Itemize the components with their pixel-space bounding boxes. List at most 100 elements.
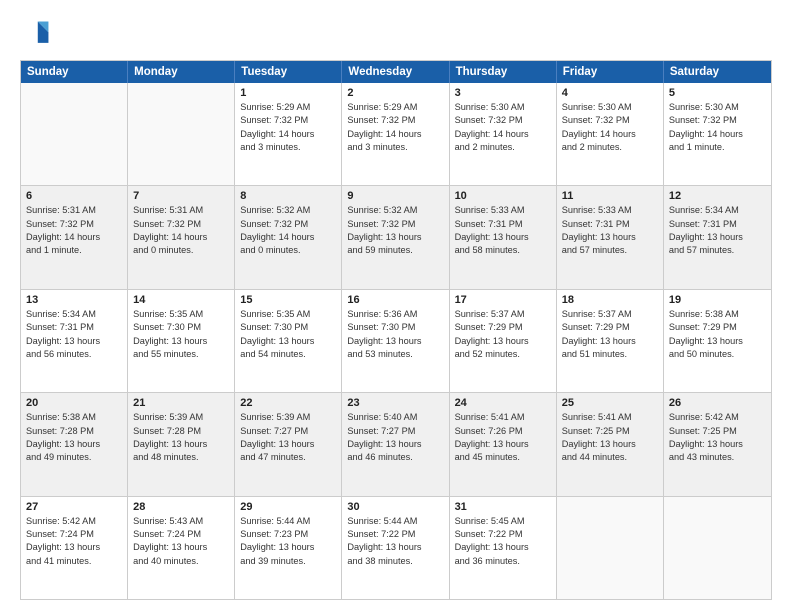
cell-text: Sunrise: 5:34 AM Sunset: 7:31 PM Dayligh… (669, 204, 766, 257)
cell-text: Sunrise: 5:30 AM Sunset: 7:32 PM Dayligh… (455, 101, 551, 154)
calendar-row: 20Sunrise: 5:38 AM Sunset: 7:28 PM Dayli… (21, 393, 771, 496)
calendar-cell: 1 Sunrise: 5:29 AM Sunset: 7:32 PM Daylig… (235, 83, 342, 185)
calendar-cell: 22 Sunrise: 5:39 AM Sunset: 7:27 PM Dayli… (235, 393, 342, 495)
day-number: 29 (240, 501, 336, 513)
cell-text: Sunrise: 5:39 AM Sunset: 7:27 PM Dayligh… (240, 411, 336, 464)
calendar-cell: 19 Sunrise: 5:38 AM Sunset: 7:29 PM Dayli… (664, 290, 771, 392)
calendar-cell: 4Sunrise: 5:30 AM Sunset: 7:32 PM Daylig… (557, 83, 664, 185)
day-number: 4 (562, 87, 658, 99)
cell-text: Sunrise: 5:42 AM Sunset: 7:24 PM Dayligh… (26, 515, 122, 568)
day-number: 14 (133, 294, 229, 306)
calendar-cell: 9Sunrise: 5:32 AM Sunset: 7:32 PM Daylig… (342, 186, 449, 288)
cell-text: Sunrise: 5:31 AM Sunset: 7:32 PM Dayligh… (26, 204, 122, 257)
calendar-cell (664, 497, 771, 599)
calendar-cell: 14 Sunrise: 5:35 AM Sunset: 7:30 PM Dayli… (128, 290, 235, 392)
logo-icon (20, 18, 52, 50)
day-number: 18 (562, 294, 658, 306)
calendar-row: 13 Sunrise: 5:34 AM Sunset: 7:31 PM Dayli… (21, 290, 771, 393)
weekday-header: Tuesday (235, 61, 342, 83)
day-number: 27 (26, 501, 122, 513)
calendar-cell (557, 497, 664, 599)
day-number: 5 (669, 87, 766, 99)
cell-text: Sunrise: 5:38 AM Sunset: 7:29 PM Dayligh… (669, 308, 766, 361)
day-number: 13 (26, 294, 122, 306)
calendar-cell: 5 Sunrise: 5:30 AM Sunset: 7:32 PM Daylig… (664, 83, 771, 185)
day-number: 28 (133, 501, 229, 513)
cell-text: Sunrise: 5:29 AM Sunset: 7:32 PM Dayligh… (240, 101, 336, 154)
calendar-cell: 17 Sunrise: 5:37 AM Sunset: 7:29 PM Dayli… (450, 290, 557, 392)
cell-text: Sunrise: 5:32 AM Sunset: 7:32 PM Dayligh… (347, 204, 443, 257)
calendar: SundayMondayTuesdayWednesdayThursdayFrid… (20, 60, 772, 600)
calendar-cell: 18 Sunrise: 5:37 AM Sunset: 7:29 PM Dayli… (557, 290, 664, 392)
weekday-header: Wednesday (342, 61, 449, 83)
day-number: 2 (347, 87, 443, 99)
calendar-cell: 6 Sunrise: 5:31 AM Sunset: 7:32 PM Daylig… (21, 186, 128, 288)
day-number: 30 (347, 501, 443, 513)
calendar-cell: 26 Sunrise: 5:42 AM Sunset: 7:25 PM Dayli… (664, 393, 771, 495)
cell-text: Sunrise: 5:41 AM Sunset: 7:26 PM Dayligh… (455, 411, 551, 464)
cell-text: Sunrise: 5:35 AM Sunset: 7:30 PM Dayligh… (240, 308, 336, 361)
cell-text: Sunrise: 5:33 AM Sunset: 7:31 PM Dayligh… (455, 204, 551, 257)
calendar-cell: 8Sunrise: 5:32 AM Sunset: 7:32 PM Daylig… (235, 186, 342, 288)
cell-text: Sunrise: 5:43 AM Sunset: 7:24 PM Dayligh… (133, 515, 229, 568)
calendar-cell: 13 Sunrise: 5:34 AM Sunset: 7:31 PM Dayli… (21, 290, 128, 392)
cell-text: Sunrise: 5:36 AM Sunset: 7:30 PM Dayligh… (347, 308, 443, 361)
header (20, 18, 772, 50)
cell-text: Sunrise: 5:35 AM Sunset: 7:30 PM Dayligh… (133, 308, 229, 361)
logo (20, 18, 56, 50)
day-number: 26 (669, 397, 766, 409)
cell-text: Sunrise: 5:37 AM Sunset: 7:29 PM Dayligh… (562, 308, 658, 361)
cell-text: Sunrise: 5:44 AM Sunset: 7:23 PM Dayligh… (240, 515, 336, 568)
day-number: 7 (133, 190, 229, 202)
day-number: 20 (26, 397, 122, 409)
day-number: 3 (455, 87, 551, 99)
calendar-cell: 24 Sunrise: 5:41 AM Sunset: 7:26 PM Dayli… (450, 393, 557, 495)
calendar-header: SundayMondayTuesdayWednesdayThursdayFrid… (21, 61, 771, 83)
day-number: 17 (455, 294, 551, 306)
page: SundayMondayTuesdayWednesdayThursdayFrid… (0, 0, 792, 612)
calendar-row: 6 Sunrise: 5:31 AM Sunset: 7:32 PM Daylig… (21, 186, 771, 289)
weekday-header: Saturday (664, 61, 771, 83)
day-number: 25 (562, 397, 658, 409)
day-number: 31 (455, 501, 551, 513)
day-number: 12 (669, 190, 766, 202)
calendar-cell: 21 Sunrise: 5:39 AM Sunset: 7:28 PM Dayli… (128, 393, 235, 495)
calendar-body: 1 Sunrise: 5:29 AM Sunset: 7:32 PM Daylig… (21, 83, 771, 599)
day-number: 22 (240, 397, 336, 409)
day-number: 10 (455, 190, 551, 202)
day-number: 21 (133, 397, 229, 409)
calendar-cell: 15 Sunrise: 5:35 AM Sunset: 7:30 PM Dayli… (235, 290, 342, 392)
weekday-header: Friday (557, 61, 664, 83)
day-number: 1 (240, 87, 336, 99)
calendar-cell: 2Sunrise: 5:29 AM Sunset: 7:32 PM Daylig… (342, 83, 449, 185)
cell-text: Sunrise: 5:44 AM Sunset: 7:22 PM Dayligh… (347, 515, 443, 568)
day-number: 19 (669, 294, 766, 306)
day-number: 23 (347, 397, 443, 409)
calendar-cell: 30 Sunrise: 5:44 AM Sunset: 7:22 PM Dayli… (342, 497, 449, 599)
calendar-row: 1 Sunrise: 5:29 AM Sunset: 7:32 PM Daylig… (21, 83, 771, 186)
calendar-cell: 27 Sunrise: 5:42 AM Sunset: 7:24 PM Dayli… (21, 497, 128, 599)
cell-text: Sunrise: 5:32 AM Sunset: 7:32 PM Dayligh… (240, 204, 336, 257)
calendar-cell: 3 Sunrise: 5:30 AM Sunset: 7:32 PM Daylig… (450, 83, 557, 185)
calendar-cell: 11 Sunrise: 5:33 AM Sunset: 7:31 PM Dayli… (557, 186, 664, 288)
cell-text: Sunrise: 5:37 AM Sunset: 7:29 PM Dayligh… (455, 308, 551, 361)
day-number: 6 (26, 190, 122, 202)
calendar-cell: 29 Sunrise: 5:44 AM Sunset: 7:23 PM Dayli… (235, 497, 342, 599)
day-number: 24 (455, 397, 551, 409)
weekday-header: Thursday (450, 61, 557, 83)
calendar-cell: 16 Sunrise: 5:36 AM Sunset: 7:30 PM Dayli… (342, 290, 449, 392)
calendar-row: 27 Sunrise: 5:42 AM Sunset: 7:24 PM Dayli… (21, 497, 771, 599)
day-number: 15 (240, 294, 336, 306)
cell-text: Sunrise: 5:42 AM Sunset: 7:25 PM Dayligh… (669, 411, 766, 464)
cell-text: Sunrise: 5:40 AM Sunset: 7:27 PM Dayligh… (347, 411, 443, 464)
calendar-cell: 20Sunrise: 5:38 AM Sunset: 7:28 PM Dayli… (21, 393, 128, 495)
calendar-cell: 7Sunrise: 5:31 AM Sunset: 7:32 PM Daylig… (128, 186, 235, 288)
day-number: 11 (562, 190, 658, 202)
day-number: 16 (347, 294, 443, 306)
cell-text: Sunrise: 5:33 AM Sunset: 7:31 PM Dayligh… (562, 204, 658, 257)
cell-text: Sunrise: 5:39 AM Sunset: 7:28 PM Dayligh… (133, 411, 229, 464)
calendar-cell: 12 Sunrise: 5:34 AM Sunset: 7:31 PM Dayli… (664, 186, 771, 288)
cell-text: Sunrise: 5:34 AM Sunset: 7:31 PM Dayligh… (26, 308, 122, 361)
calendar-cell: 25Sunrise: 5:41 AM Sunset: 7:25 PM Dayli… (557, 393, 664, 495)
cell-text: Sunrise: 5:30 AM Sunset: 7:32 PM Dayligh… (669, 101, 766, 154)
